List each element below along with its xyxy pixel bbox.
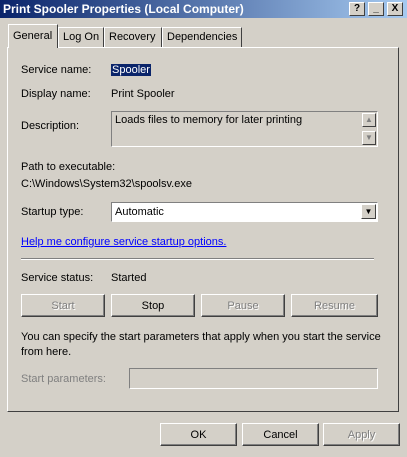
resume-button[interactable]: Resume — [291, 294, 378, 317]
description-value: Loads files to memory for later printing — [115, 114, 303, 126]
description-label: Description: — [21, 120, 80, 132]
service-name-label: Service name: — [21, 64, 92, 76]
chevron-down-icon[interactable]: ▼ — [361, 204, 376, 219]
help-button[interactable]: ? — [349, 2, 365, 16]
startup-type-label: Startup type: — [21, 206, 84, 218]
scroll-up-arrow-icon[interactable]: ▲ — [362, 113, 376, 127]
tab-label: Recovery — [109, 31, 156, 43]
display-name-value[interactable]: Print Spooler — [111, 88, 175, 100]
stop-button[interactable]: Stop — [111, 294, 195, 317]
divider — [21, 258, 374, 260]
minimize-button[interactable]: _ — [368, 2, 384, 16]
tab-label: Dependencies — [167, 31, 238, 43]
tab-recovery[interactable]: Recovery — [104, 27, 162, 47]
path-value[interactable]: C:\Windows\System32\spoolsv.exe — [21, 178, 192, 190]
service-status-value: Started — [111, 272, 147, 284]
startup-type-value: Automatic — [115, 206, 164, 218]
general-tab-panel: Service name: Spooler Display name: Prin… — [7, 47, 399, 412]
tab-label: Log On — [63, 31, 100, 43]
pause-button[interactable]: Pause — [201, 294, 285, 317]
tab-label: General — [13, 30, 53, 42]
tab-log-on[interactable]: Log On — [58, 27, 104, 47]
window-title: Print Spooler Properties (Local Computer… — [3, 2, 244, 16]
tab-dependencies[interactable]: Dependencies — [162, 27, 242, 47]
start-params-input[interactable] — [129, 368, 378, 389]
cancel-button[interactable]: Cancel — [242, 423, 319, 446]
close-button[interactable]: X — [387, 2, 403, 16]
start-params-label: Start parameters: — [21, 373, 106, 385]
ok-button[interactable]: OK — [160, 423, 237, 446]
start-params-note: You can specify the start parameters tha… — [21, 331, 381, 358]
service-name-value[interactable]: Spooler — [111, 64, 151, 76]
start-button[interactable]: Start — [21, 294, 105, 317]
apply-button[interactable]: Apply — [323, 423, 400, 446]
display-name-label: Display name: — [21, 88, 91, 100]
path-label: Path to executable: — [21, 161, 116, 173]
description-box[interactable]: Loads files to memory for later printing… — [111, 111, 378, 147]
startup-type-select[interactable]: Automatic ▼ — [111, 202, 378, 222]
service-status-label: Service status: — [21, 272, 94, 284]
help-configure-link[interactable]: Help me configure service startup option… — [21, 236, 226, 248]
scroll-down-arrow-icon[interactable]: ▼ — [362, 131, 376, 145]
tab-general[interactable]: General — [8, 24, 58, 48]
title-bar[interactable]: Print Spooler Properties (Local Computer… — [0, 0, 407, 18]
properties-window: Print Spooler Properties (Local Computer… — [0, 0, 407, 457]
